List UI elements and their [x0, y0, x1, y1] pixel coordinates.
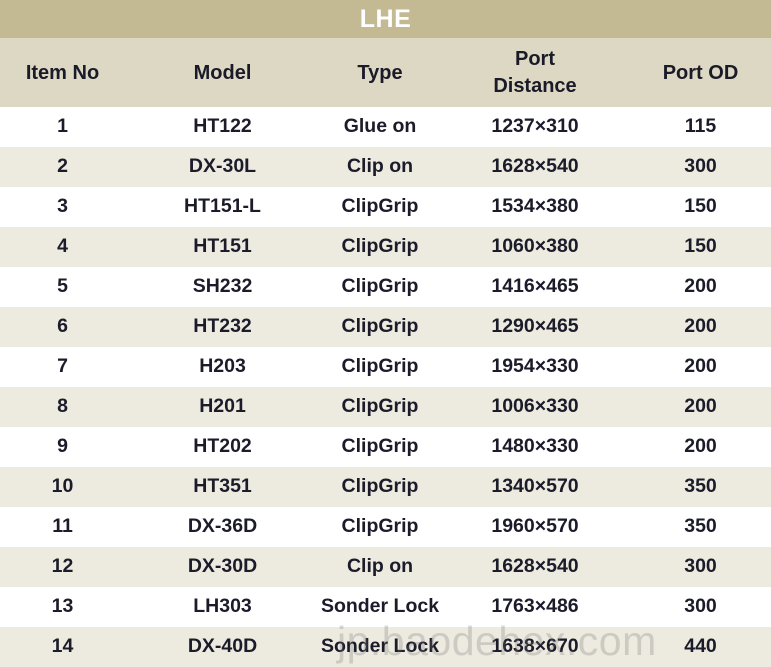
cell-model: HT122	[193, 115, 252, 138]
cell-port_od: 115	[684, 115, 717, 138]
cell-model: H201	[199, 395, 246, 418]
table-body: 1 HT122 Glue on 1237×310 115 2 DX-30L Clip on 16…	[0, 107, 771, 667]
cell-item_no: 6	[57, 315, 68, 338]
cell-type: ClipGrip	[341, 395, 419, 418]
cell-item_no: 7	[57, 355, 68, 378]
cell-port_distance: 1960×570	[491, 515, 579, 538]
cell-port_distance: 1290×465	[491, 315, 579, 338]
cell-type: Clip on	[346, 155, 414, 178]
cell-type: ClipGrip	[341, 195, 419, 218]
cell-port_distance: 1954×330	[491, 355, 579, 378]
table-row: 12 DX-30D Clip on 1628×540 300	[0, 547, 771, 587]
cell-model: HT351	[193, 475, 252, 498]
cell-item_no: 14	[51, 635, 74, 658]
cell-model: DX-36D	[187, 515, 258, 538]
cell-port_distance: 1628×540	[491, 555, 579, 578]
cell-model: DX-30L	[188, 155, 257, 178]
cell-model: DX-40D	[187, 635, 258, 658]
cell-port_od: 200	[684, 395, 717, 418]
table-row: 3 HT151-L ClipGrip 1534×380 150	[0, 187, 771, 227]
cell-port_od: 200	[684, 275, 717, 298]
cell-item_no: 1	[57, 115, 68, 138]
cell-port_od: 300	[684, 155, 717, 178]
table-row: 1 HT122 Glue on 1237×310 115	[0, 107, 771, 147]
cell-type: ClipGrip	[341, 315, 419, 338]
table-row: 2 DX-30L Clip on 1628×540 300	[0, 147, 771, 187]
cell-type: Sonder Lock	[320, 595, 440, 618]
cell-item_no: 13	[51, 595, 74, 618]
table-row: 8 H201 ClipGrip 1006×330 200	[0, 387, 771, 427]
cell-type: Glue on	[343, 115, 417, 138]
cell-port_od: 200	[684, 435, 717, 458]
cell-type: ClipGrip	[341, 515, 419, 538]
cell-item_no: 3	[57, 195, 68, 218]
cell-port_distance: 1237×310	[491, 115, 579, 138]
column-header-port-od: Port OD	[662, 61, 739, 84]
cell-type: ClipGrip	[341, 235, 419, 258]
cell-port_distance: 1638×670	[491, 635, 579, 658]
cell-port_od: 150	[684, 195, 717, 218]
cell-model: HT151	[193, 235, 252, 258]
column-header-port-distance-line2: Distance	[493, 74, 577, 97]
cell-model: H203	[199, 355, 246, 378]
cell-port_distance: 1628×540	[491, 155, 579, 178]
spec-table-page: LHE Item No Model Type Port Distance Por…	[0, 0, 771, 667]
table-row: 5 SH232 ClipGrip 1416×465 200	[0, 267, 771, 307]
cell-model: HT232	[193, 315, 252, 338]
table-row: 6 HT232 ClipGrip 1290×465 200	[0, 307, 771, 347]
cell-port_od: 440	[684, 635, 717, 658]
cell-type: ClipGrip	[341, 275, 419, 298]
cell-port_distance: 1534×380	[491, 195, 579, 218]
table-row: 14 DX-40D Sonder Lock 1638×670 440	[0, 627, 771, 667]
cell-model: HT202	[193, 435, 252, 458]
column-header-item-no: Item No	[25, 61, 100, 84]
cell-item_no: 2	[57, 155, 68, 178]
cell-port_od: 350	[684, 475, 717, 498]
cell-port_distance: 1416×465	[491, 275, 579, 298]
cell-item_no: 11	[52, 515, 73, 538]
cell-port_od: 300	[684, 555, 717, 578]
column-header-model: Model	[193, 61, 252, 84]
cell-model: SH232	[192, 275, 253, 298]
cell-item_no: 8	[57, 395, 68, 418]
table-row: 4 HT151 ClipGrip 1060×380 150	[0, 227, 771, 267]
cell-item_no: 12	[51, 555, 74, 578]
table-row: 10 HT351 ClipGrip 1340×570 350	[0, 467, 771, 507]
table-row: 9 HT202 ClipGrip 1480×330 200	[0, 427, 771, 467]
table-row: 11 DX-36D ClipGrip 1960×570 350	[0, 507, 771, 547]
cell-model: DX-30D	[187, 555, 258, 578]
cell-port_od: 300	[684, 595, 717, 618]
cell-item_no: 5	[57, 275, 68, 298]
cell-port_distance: 1006×330	[491, 395, 579, 418]
cell-model: HT151-L	[184, 195, 261, 218]
table-header: Item No Model Type Port Distance Port OD	[0, 38, 771, 107]
cell-port_od: 150	[684, 235, 717, 258]
table-row: 7 H203 ClipGrip 1954×330 200	[0, 347, 771, 387]
column-header-port-distance: Port Distance	[440, 38, 630, 107]
cell-port_distance: 1060×380	[491, 235, 579, 258]
cell-port_distance: 1763×486	[491, 595, 579, 618]
cell-item_no: 10	[51, 475, 74, 498]
cell-port_od: 200	[684, 315, 717, 338]
cell-type: ClipGrip	[341, 355, 419, 378]
table-header-row: Item No Model Type Port Distance Port OD	[0, 38, 771, 107]
cell-type: ClipGrip	[341, 475, 419, 498]
cell-type: Clip on	[346, 555, 414, 578]
title-bar: LHE	[0, 0, 771, 38]
cell-type: ClipGrip	[341, 435, 419, 458]
table-row: 13 LH303 Sonder Lock 1763×486 300	[0, 587, 771, 627]
column-header-port-distance-line1: Port	[515, 47, 555, 70]
cell-port_distance: 1340×570	[491, 475, 579, 498]
cell-port_distance: 1480×330	[491, 435, 579, 458]
cell-item_no: 4	[57, 235, 68, 258]
column-header-type: Type	[357, 61, 403, 84]
specification-table: Item No Model Type Port Distance Port OD…	[0, 38, 771, 667]
cell-item_no: 9	[57, 435, 68, 458]
cell-port_od: 200	[684, 355, 717, 378]
cell-port_od: 350	[684, 515, 717, 538]
cell-type: Sonder Lock	[320, 635, 440, 658]
cell-model: LH303	[193, 595, 252, 618]
page-title: LHE	[359, 4, 412, 33]
